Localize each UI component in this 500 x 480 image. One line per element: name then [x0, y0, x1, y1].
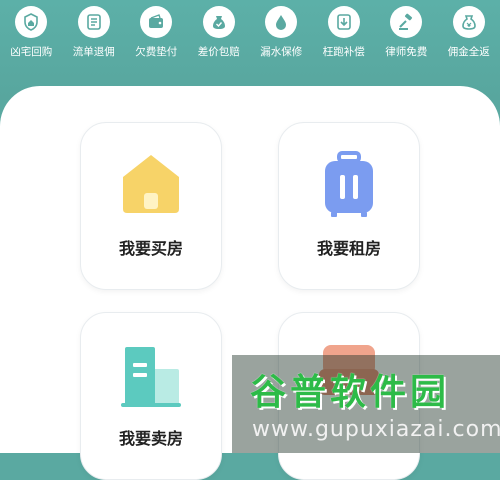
service-label: 枉跑补偿 — [323, 44, 365, 59]
suitcase-icon — [317, 151, 381, 219]
service-label: 凶宅回购 — [10, 44, 52, 59]
card-label: 我要买房 — [81, 235, 221, 259]
service-item-wasted-trip[interactable]: 枉跑补偿 — [313, 6, 376, 66]
service-item-advance[interactable]: 欠费垫付 — [125, 6, 188, 66]
buy-house-card[interactable]: 我要买房 — [80, 122, 222, 290]
service-item-leak-repair[interactable]: 漏水保修 — [250, 6, 313, 66]
wallet-icon — [140, 6, 172, 38]
refund-document-icon — [78, 6, 110, 38]
building-icon — [119, 341, 183, 409]
service-label: 律师免费 — [385, 44, 427, 59]
service-item-commission-return[interactable]: 佣金全返 — [438, 6, 500, 66]
house-icon — [119, 151, 183, 219]
service-label: 差价包赔 — [198, 44, 240, 59]
watermark-overlay: 谷普软件园 www.gupuxiazai.com — [232, 355, 500, 453]
rent-house-card[interactable]: 我要租房 — [278, 122, 420, 290]
gavel-icon — [390, 6, 422, 38]
sell-house-card[interactable]: 我要卖房 — [80, 312, 222, 480]
watermark-title: 谷普软件园 — [250, 363, 450, 415]
service-item-lawyer[interactable]: 律师免费 — [375, 6, 438, 66]
money-bag-icon — [453, 6, 485, 38]
water-drop-icon — [265, 6, 297, 38]
service-label: 漏水保修 — [260, 44, 302, 59]
service-label: 欠费垫付 — [135, 44, 177, 59]
service-item-buyback[interactable]: 凶宅回购 — [0, 6, 63, 66]
arrow-down-compensation-icon — [328, 6, 360, 38]
service-item-price-diff[interactable]: 差价包赔 — [188, 6, 251, 66]
house-shield-icon — [15, 6, 47, 38]
service-guarantees-row: 凶宅回购 流单退佣 欠费垫付 差价包赔 漏水保修 枉跑补偿 律师免费 — [0, 6, 500, 66]
card-label: 我要租房 — [279, 235, 419, 259]
watermark-url: www.gupuxiazai.com — [252, 417, 500, 442]
service-item-refund[interactable]: 流单退佣 — [63, 6, 126, 66]
service-label: 佣金全返 — [448, 44, 490, 59]
money-bag-check-icon — [203, 6, 235, 38]
card-label: 我要卖房 — [81, 425, 221, 449]
service-label: 流单退佣 — [73, 44, 115, 59]
